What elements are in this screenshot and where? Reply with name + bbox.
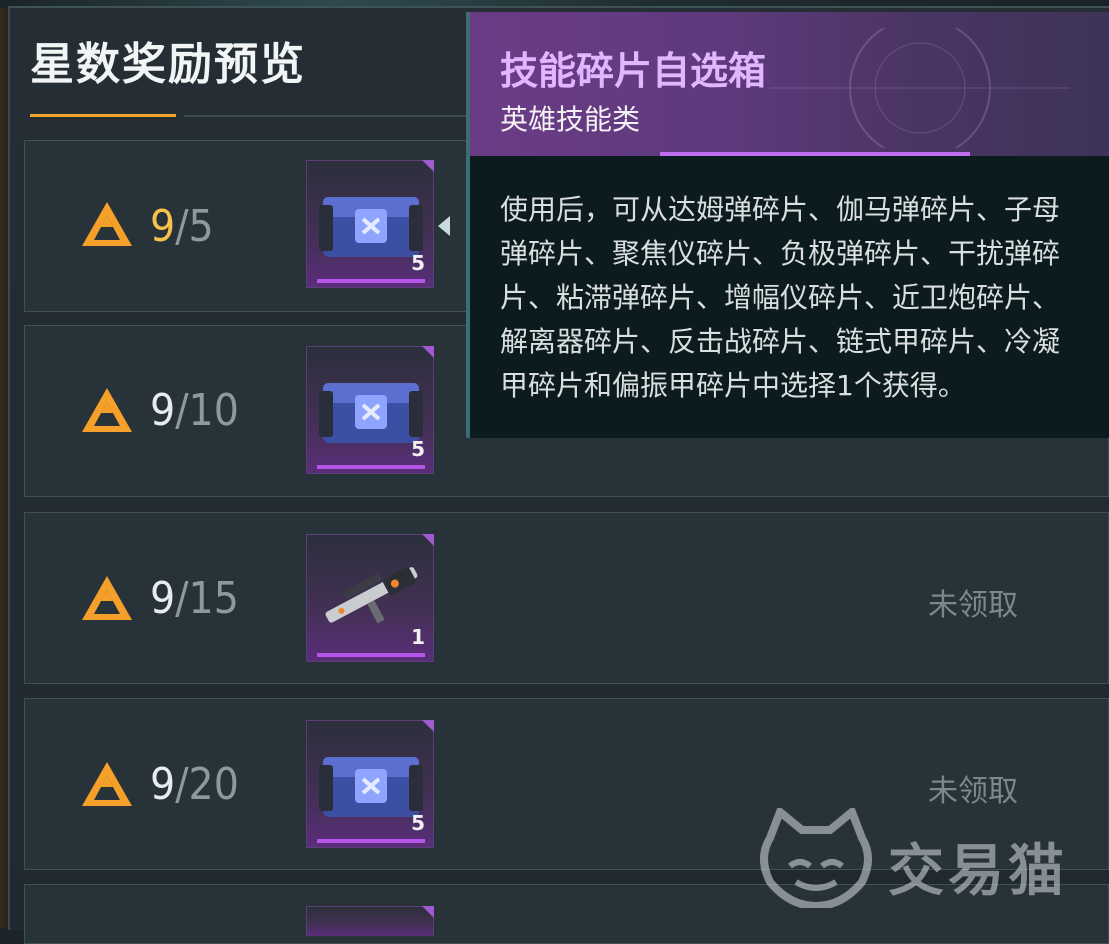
star-progress: 9/15 [150,574,239,624]
tooltip-item-name: 技能碎片自选箱 [500,48,767,93]
star-required: /20 [175,759,239,810]
title-underline [30,114,176,117]
tooltip-header: 技能碎片自选箱 英雄技能类 [470,12,1109,156]
star-progress: 9/10 [150,386,239,436]
tooltip-pointer [438,216,450,236]
star-current: 9 [150,573,176,624]
box-icon [319,757,423,817]
tooltip-description: 使用后，可从达姆弹碎片、伽马弹碎片、子母 弹碎片、聚焦仪碎片、负极弹碎片、干扰弹… [500,188,1109,408]
item-quantity: 5 [411,251,425,275]
star-required: /10 [175,385,239,436]
item-quantity: 1 [411,625,425,649]
page-title: 星数奖励预览 [30,39,306,90]
star-icon [82,762,132,806]
reward-item-weapon[interactable]: 1 [306,534,434,662]
reward-item[interactable] [306,906,434,936]
star-icon [82,388,132,432]
description-line: 片、粘滞弹碎片、增幅仪碎片、近卫炮碎片、 [500,281,1061,314]
reward-item-skill-box[interactable]: 5 [306,160,434,288]
reward-item-skill-box[interactable]: 5 [306,720,434,848]
claim-status: 未领取 [928,774,1018,809]
description-line: 使用后，可从达姆弹碎片、伽马弹碎片、子母 [500,193,1061,226]
description-line: 解离器碎片、反击战碎片、链式甲碎片、冷凝 [500,325,1061,358]
box-icon [319,383,423,443]
star-current: 9 [150,759,176,810]
hud-decoration [770,28,1070,148]
star-required: /15 [175,573,239,624]
star-current: 9 [150,385,176,436]
item-quantity: 5 [411,811,425,835]
star-progress: 9/5 [150,202,214,252]
tooltip-item-category: 英雄技能类 [500,103,641,136]
reward-item-skill-box[interactable]: 5 [306,346,434,474]
cat-logo-icon [760,805,872,911]
star-required: /5 [175,201,214,252]
star-icon [82,202,132,246]
star-icon [82,576,132,620]
description-line: 弹碎片、聚焦仪碎片、负极弹碎片、干扰弹碎 [500,237,1061,270]
description-line: 甲碎片和偏振甲碎片中选择1个获得。 [500,369,966,402]
watermark: 交易猫 [756,805,1096,911]
item-quantity: 5 [411,437,425,461]
box-icon [319,197,423,257]
claim-status: 未领取 [928,588,1018,623]
gun-icon [325,567,418,624]
item-tooltip: 技能碎片自选箱 英雄技能类 使用后，可从达姆弹碎片、伽马弹碎片、子母 弹碎片、聚… [466,12,1109,438]
star-current: 9 [150,201,176,252]
star-progress: 9/20 [150,760,239,810]
